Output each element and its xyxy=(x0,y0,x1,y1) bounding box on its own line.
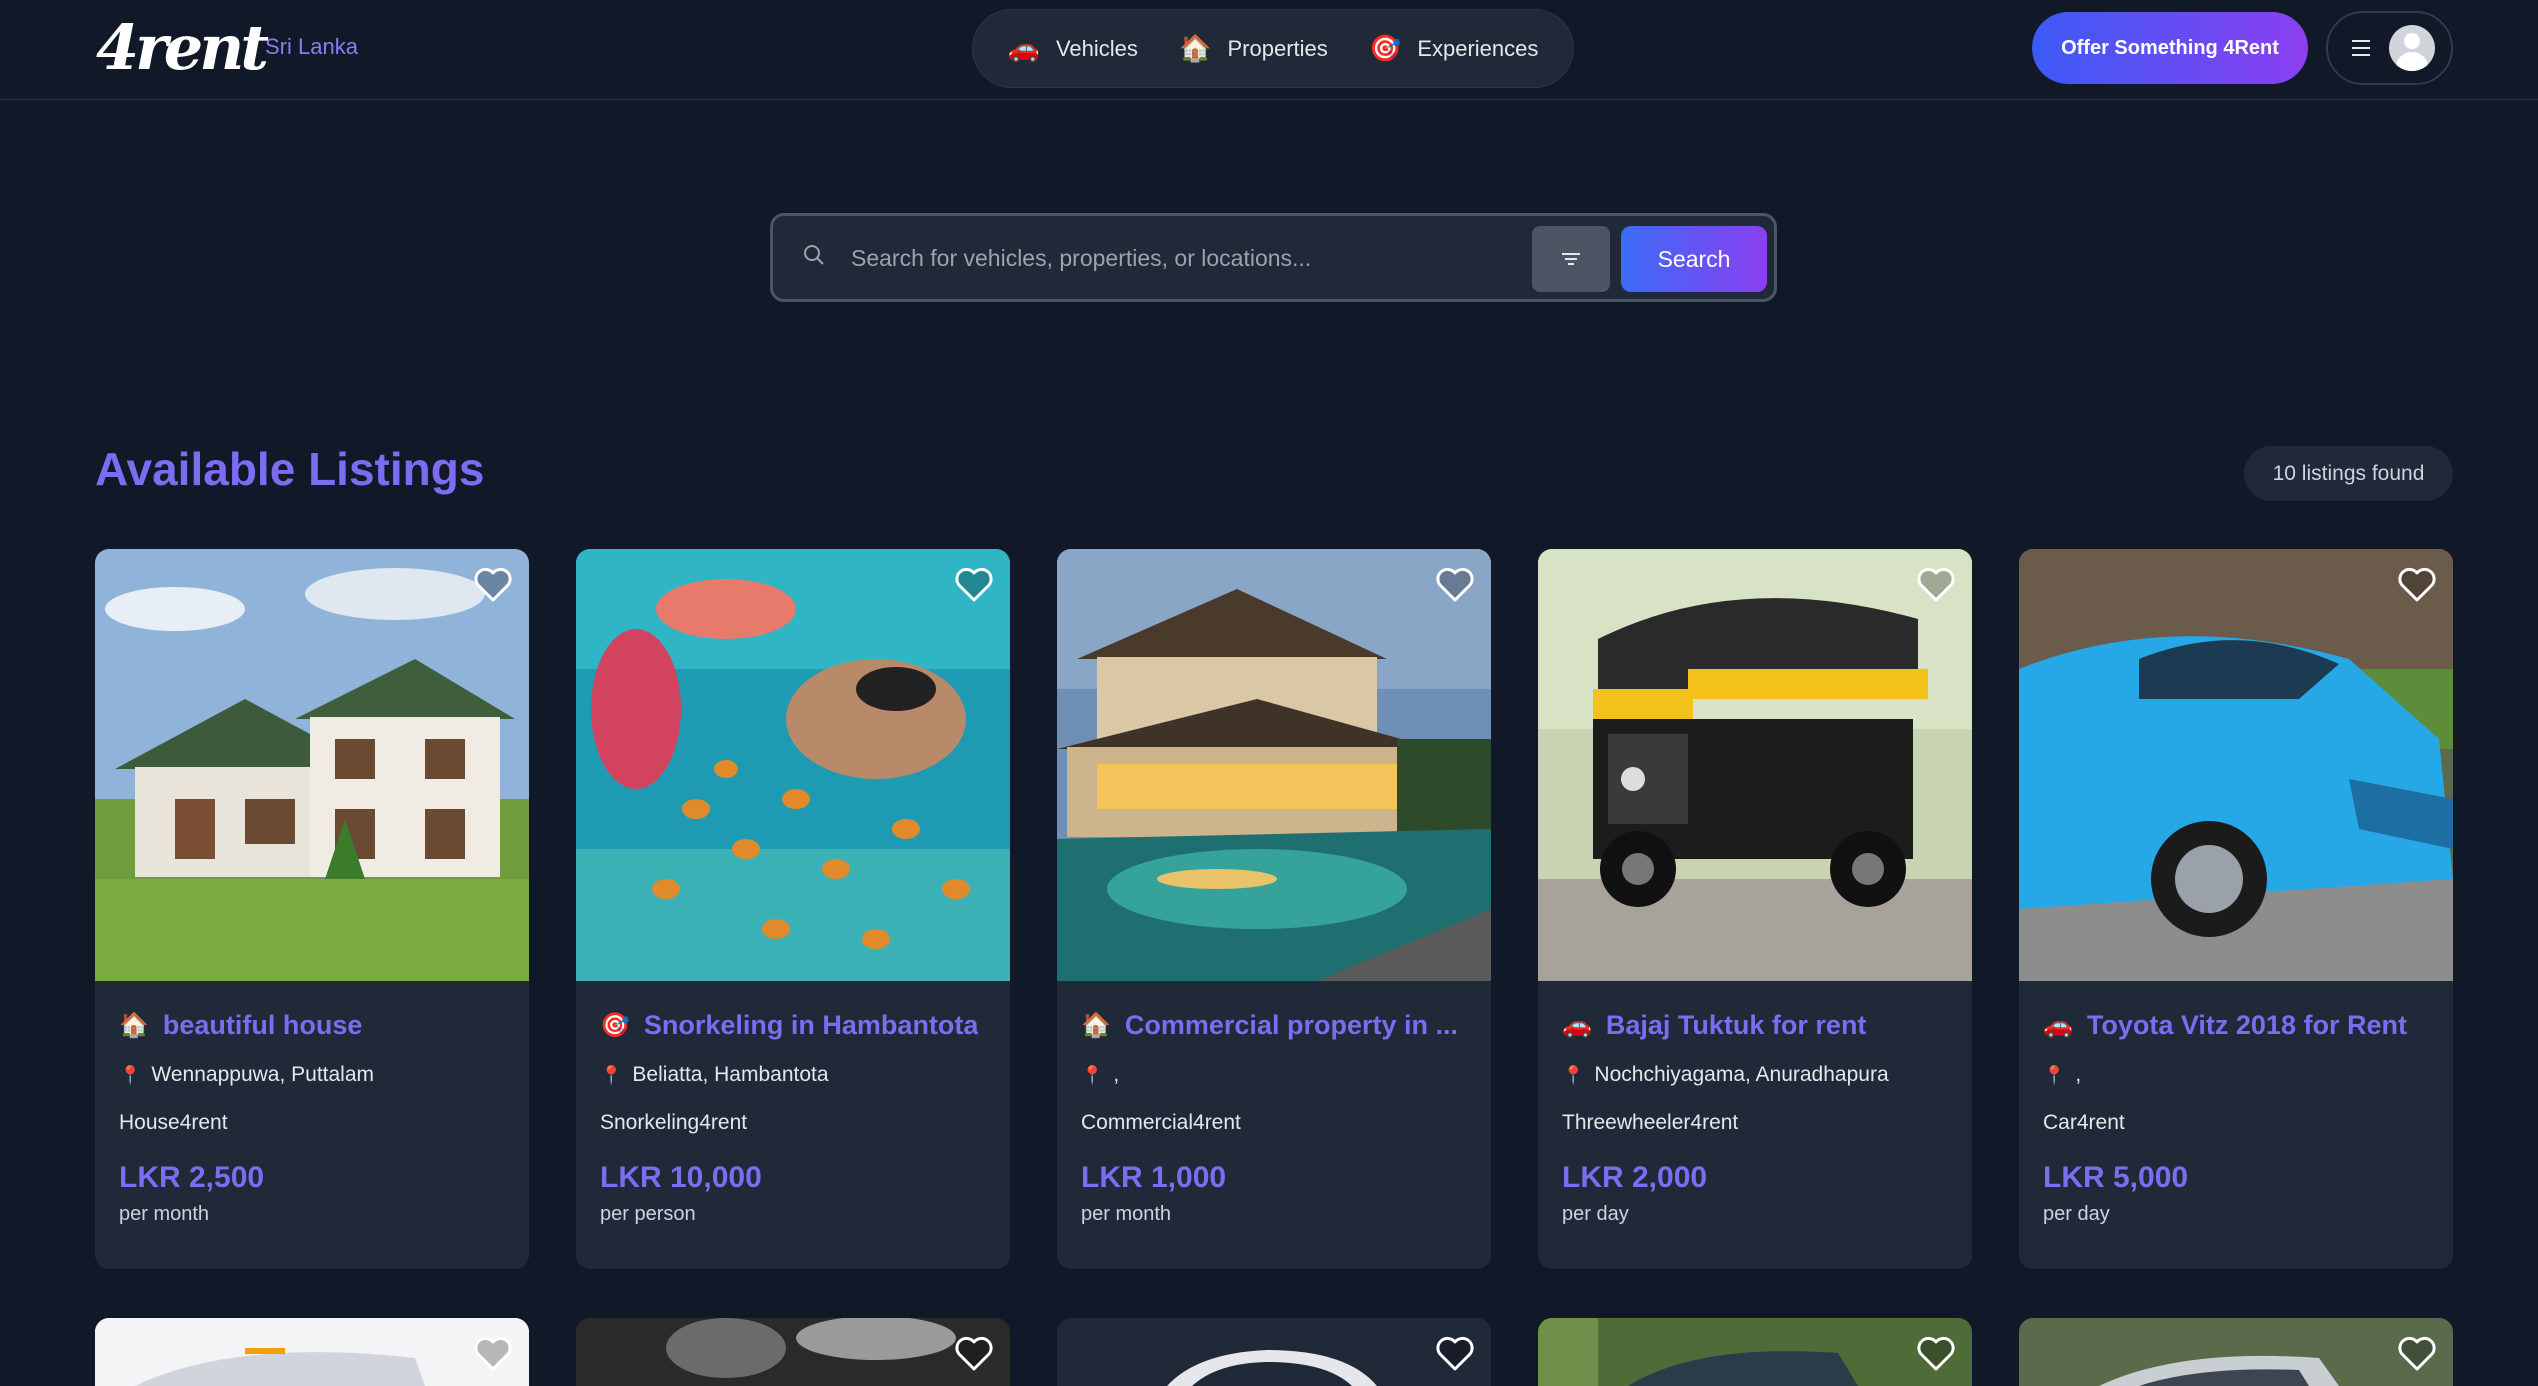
listing-card[interactable]: 🚗 Bajaj Tuktuk for rent 📍 Nochchiyagama,… xyxy=(1538,549,1972,1269)
car-icon: 🚗 xyxy=(1562,1011,1592,1039)
search-input[interactable] xyxy=(851,230,1491,286)
favorite-heart-icon[interactable] xyxy=(473,567,513,603)
listing-image xyxy=(2019,1318,2453,1386)
listing-image xyxy=(95,549,529,981)
listing-title[interactable]: 🎯 Snorkeling in Hambantota xyxy=(600,1007,990,1043)
target-icon: 🎯 xyxy=(1368,33,1402,63)
favorite-heart-icon[interactable] xyxy=(1435,1336,1475,1372)
location-pin-icon: 📍 xyxy=(119,1064,142,1085)
favorite-heart-icon[interactable] xyxy=(2397,567,2437,603)
favorite-heart-icon[interactable] xyxy=(954,1336,994,1372)
listing-card-partial[interactable] xyxy=(576,1318,1010,1386)
listing-price: LKR 1,000 xyxy=(1081,1161,1227,1194)
house-icon: 🏠 xyxy=(119,1011,149,1039)
nav-experiences[interactable]: 🎯 Experiences xyxy=(1355,23,1552,74)
nav-properties[interactable]: 🏠 Properties xyxy=(1165,23,1342,74)
location-pin-icon: 📍 xyxy=(1562,1064,1585,1085)
favorite-heart-icon[interactable] xyxy=(954,567,994,603)
listing-image xyxy=(1057,549,1491,981)
listing-price: LKR 2,500 xyxy=(119,1161,265,1194)
listing-price-unit: per day xyxy=(1562,1203,1629,1225)
location-pin-icon: 📍 xyxy=(600,1064,623,1085)
listing-image xyxy=(95,1318,529,1386)
listing-type: House4rent xyxy=(119,1111,228,1134)
listing-price: LKR 5,000 xyxy=(2043,1161,2189,1194)
user-menu-button[interactable] xyxy=(2326,11,2453,85)
house-icon: 🏠 xyxy=(1179,33,1212,63)
search-bar: Search xyxy=(770,213,1777,302)
filter-button[interactable] xyxy=(1532,226,1610,292)
search-button[interactable]: Search xyxy=(1621,226,1767,292)
target-icon: 🎯 xyxy=(600,1011,630,1039)
listing-card-partial[interactable] xyxy=(95,1318,529,1386)
favorite-heart-icon[interactable] xyxy=(1916,1336,1956,1372)
listing-image xyxy=(576,1318,1010,1386)
location-pin-icon: 📍 xyxy=(2043,1064,2066,1085)
listing-location: 📍 Beliatta, Hambantota xyxy=(600,1063,829,1086)
listing-image xyxy=(1057,1318,1491,1386)
listing-price: LKR 2,000 xyxy=(1562,1161,1708,1194)
listing-title[interactable]: 🚗 Bajaj Tuktuk for rent xyxy=(1562,1007,1952,1043)
hamburger-menu-icon xyxy=(2352,40,2370,56)
listing-image xyxy=(576,549,1010,981)
nav-vehicles[interactable]: 🚗 Vehicles xyxy=(994,23,1152,74)
listing-price-unit: per day xyxy=(2043,1203,2110,1225)
listing-type: Snorkeling4rent xyxy=(600,1111,748,1134)
listing-card-partial[interactable] xyxy=(2019,1318,2453,1386)
listing-card-partial[interactable] xyxy=(1057,1318,1491,1386)
car-icon: 🚗 xyxy=(2043,1011,2073,1039)
listing-image xyxy=(1538,549,1972,981)
listing-title[interactable]: 🏠 Commercial property in ... xyxy=(1081,1007,1471,1043)
listing-location: 📍 Nochchiyagama, Anuradhapura xyxy=(1562,1063,1889,1086)
listing-card-partial[interactable] xyxy=(1538,1318,1972,1386)
favorite-heart-icon[interactable] xyxy=(2397,1336,2437,1372)
nav-properties-label: Properties xyxy=(1227,35,1328,61)
listing-image xyxy=(2019,549,2453,981)
logo[interactable]: 4rent xyxy=(96,11,269,84)
nav-experiences-label: Experiences xyxy=(1417,35,1539,61)
listing-location: 📍 , xyxy=(2043,1063,2082,1086)
listing-card[interactable]: 🏠 Commercial property in ... 📍 , Commerc… xyxy=(1057,549,1491,1269)
favorite-heart-icon[interactable] xyxy=(1916,567,1956,603)
search-icon xyxy=(804,245,824,265)
listing-title[interactable]: 🚗 Toyota Vitz 2018 for Rent xyxy=(2043,1007,2433,1043)
top-header: 4rent Sri Lanka 🚗 Vehicles 🏠 Properties … xyxy=(0,0,2538,100)
filter-icon xyxy=(1562,253,1580,265)
listing-type: Threewheeler4rent xyxy=(1562,1111,1739,1134)
region-label: Sri Lanka xyxy=(265,34,358,59)
location-pin-icon: 📍 xyxy=(1081,1064,1104,1085)
listing-price-unit: per month xyxy=(1081,1203,1172,1225)
category-nav: 🚗 Vehicles 🏠 Properties 🎯 Experiences xyxy=(972,9,1574,88)
listings-count-badge: 10 listings found xyxy=(2244,446,2453,501)
listing-card[interactable]: 🏠 beautiful house 📍 Wennappuwa, Puttalam… xyxy=(95,549,529,1269)
avatar xyxy=(2389,25,2435,71)
nav-vehicles-label: Vehicles xyxy=(1055,35,1138,61)
favorite-heart-icon[interactable] xyxy=(473,1336,513,1372)
listing-image xyxy=(1538,1318,1972,1386)
listing-card[interactable]: 🚗 Toyota Vitz 2018 for Rent 📍 , Car4rent… xyxy=(2019,549,2453,1269)
listing-type: Car4rent xyxy=(2043,1111,2125,1134)
listing-title[interactable]: 🏠 beautiful house xyxy=(119,1007,509,1043)
house-icon: 🏠 xyxy=(1081,1011,1111,1039)
listings-title: Available Listings xyxy=(95,443,485,495)
listing-price: LKR 10,000 xyxy=(600,1161,762,1194)
listing-price-unit: per month xyxy=(119,1203,210,1225)
offer-something-button[interactable]: Offer Something 4Rent xyxy=(2032,12,2308,84)
listing-location: 📍 , xyxy=(1081,1063,1120,1086)
listing-price-unit: per person xyxy=(600,1203,696,1225)
listing-card[interactable]: 🎯 Snorkeling in Hambantota 📍 Beliatta, H… xyxy=(576,549,1010,1269)
listing-location: 📍 Wennappuwa, Puttalam xyxy=(119,1063,375,1086)
listing-type: Commercial4rent xyxy=(1081,1111,1241,1134)
car-icon: 🚗 xyxy=(1007,33,1040,63)
favorite-heart-icon[interactable] xyxy=(1435,567,1475,603)
